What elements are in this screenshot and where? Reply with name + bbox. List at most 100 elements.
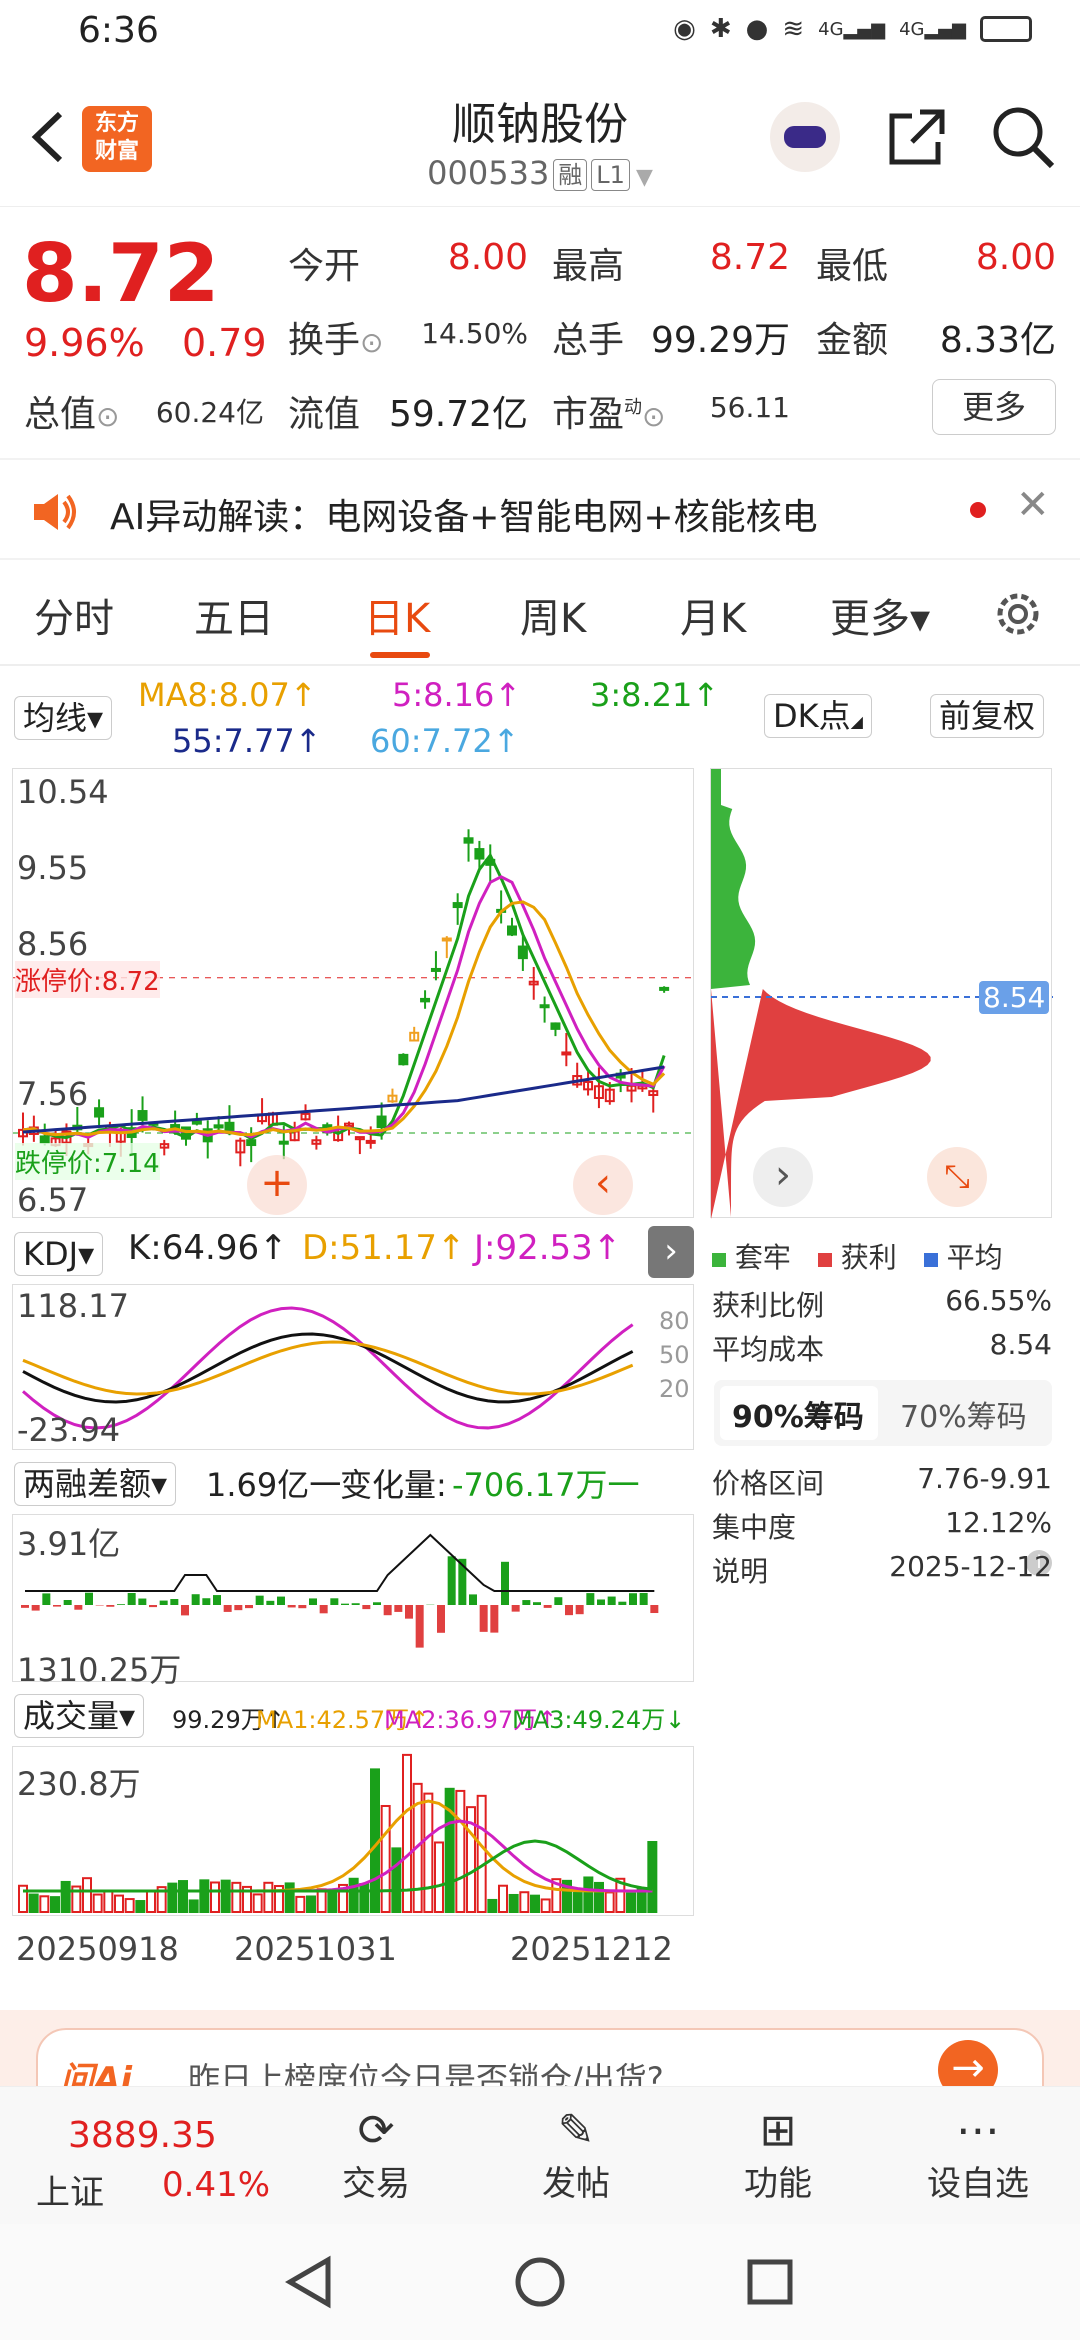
kdj-select[interactable]: KDJ▾ (14, 1232, 104, 1276)
mktcap-value: 60.24亿 (155, 396, 264, 429)
index-value: 3889.35 (68, 2115, 217, 2156)
robot-avatar-icon[interactable] (770, 102, 840, 172)
candle-body (365, 1139, 376, 1144)
volume-bar (498, 1884, 508, 1913)
candle-body (550, 1022, 561, 1030)
more-button[interactable]: 更多 (932, 379, 1056, 435)
trade-button[interactable]: ⟳ 交易 (306, 2105, 446, 2205)
volume-bar (252, 1893, 263, 1913)
ai-banner[interactable]: 问Ai 昨日上榜席位今日是否锁仓/出货? → (0, 2010, 1080, 2118)
high-value: 8.72 (709, 237, 790, 278)
margin-bar (31, 1605, 40, 1611)
volume-bar (82, 1877, 92, 1913)
ai-insight-bar[interactable]: AI异动解读：电网设备+智能电网+核能核电 ✕ (0, 458, 1080, 560)
limit-down-label: 跌停价:7.14 (15, 1143, 160, 1180)
margin-bar (85, 1592, 93, 1605)
gear-icon[interactable] (990, 586, 1046, 642)
tab-daily-k[interactable]: 日K (364, 586, 430, 644)
margin-bar (447, 1556, 456, 1605)
nav-back-icon[interactable] (282, 2254, 338, 2310)
candle-body (398, 1053, 409, 1066)
volume-ma2-line (23, 1819, 653, 1893)
margin-bar (277, 1596, 285, 1605)
candle-body (224, 1121, 235, 1132)
chip-trapped-area (711, 769, 756, 989)
low-value: 8.00 (975, 237, 1056, 278)
crosshair-icon[interactable]: + (247, 1155, 307, 1215)
tab-monthly-k[interactable]: 月K (680, 586, 746, 644)
margin-bar (223, 1605, 232, 1612)
function-button[interactable]: ⊞ 功能 (708, 2105, 848, 2205)
chip-tab-bar: 90%筹码 70%筹码 (714, 1380, 1052, 1446)
float-cap-value: 59.72亿 (388, 394, 528, 435)
system-nav-bar (0, 2224, 1080, 2340)
current-price: 8.72 (22, 227, 220, 320)
ma-select[interactable]: 均线▾ (14, 696, 113, 740)
chip-distribution[interactable]: 8.54 › ⤡ (710, 768, 1053, 1219)
margin-bar (117, 1604, 125, 1605)
margin-bar (522, 1600, 531, 1605)
search-icon[interactable] (988, 102, 1058, 172)
margin-bar (191, 1594, 200, 1605)
close-icon[interactable]: ✕ (1016, 482, 1050, 528)
edit-icon: ✎ (557, 2105, 595, 2156)
kdj-ymax: 118.17 (17, 1287, 129, 1325)
active-tab-indicator (370, 652, 430, 658)
volume-bar (583, 1876, 594, 1914)
chip-legend: 套牢 获利 平均 (712, 1236, 1003, 1276)
concentration-row: 集中度 12.12% (712, 1506, 1052, 1544)
chevron-left-icon[interactable]: ‹ (573, 1155, 633, 1215)
tab-weekly-k[interactable]: 周K (520, 586, 586, 644)
unread-dot (970, 502, 986, 518)
dk-point-select[interactable]: DK点◢ (764, 694, 872, 738)
kdj-k: K:64.96↑ (128, 1228, 288, 1268)
kdj-level-80: 80 (659, 1307, 690, 1335)
ytick-3: 8.56 (17, 925, 89, 963)
kdj-level-50: 50 (659, 1341, 690, 1369)
index-pct: 0.41% (162, 2165, 271, 2205)
nav-home-icon[interactable] (512, 2254, 568, 2310)
kdj-chart[interactable]: 118.17 -23.94 80 50 20 (12, 1284, 694, 1450)
volume-select[interactable]: 成交量▾ (14, 1694, 145, 1738)
tab-chip-90[interactable]: 90%筹码 (732, 1392, 864, 1436)
more-dots-icon: ⋯ (956, 2105, 1000, 2156)
kline-chart[interactable]: 10.54 9.55 8.56 7.56 6.57 涨停价:8.72 跌停价:7… (12, 768, 695, 1219)
nav-recents-icon[interactable] (742, 2254, 798, 2310)
volume-bar (348, 1877, 359, 1913)
expand-icon[interactable]: ⤡ (927, 1147, 987, 1207)
margin-bar (383, 1605, 392, 1616)
volume-chart[interactable]: 230.8万 (12, 1746, 694, 1916)
tab-intraday[interactable]: 分时 (34, 586, 114, 644)
mic-icon: ● (745, 14, 769, 44)
margin-bar (501, 1561, 509, 1605)
ma8-line (22, 900, 666, 1137)
margin-bar (405, 1605, 413, 1619)
chevron-right-icon-kdj[interactable]: › (648, 1226, 694, 1278)
margin-bar (341, 1603, 349, 1605)
volume-bar (540, 1898, 551, 1913)
volume-ma3: MA3:49.24万↓ (512, 1706, 686, 1734)
volume-bar (434, 1841, 444, 1913)
volume-bar (92, 1893, 103, 1913)
margin-select[interactable]: 两融差额▾ (14, 1462, 177, 1506)
change-percent: 9.96% (24, 321, 145, 365)
kdj-j-line (22, 1306, 634, 1430)
volume-bar (28, 1893, 39, 1913)
tab-chip-70[interactable]: 70%筹码 (900, 1392, 1027, 1436)
tab-five-day[interactable]: 五日 (194, 586, 274, 644)
share-icon[interactable] (882, 102, 952, 172)
adjust-select[interactable]: 前复权 (930, 694, 1045, 738)
turnover-value: 14.50% (421, 317, 528, 350)
post-button[interactable]: ✎ 发帖 (506, 2105, 646, 2205)
grid-icon: ⊞ (759, 2105, 797, 2156)
tab-more[interactable]: 更多▾ (830, 586, 930, 644)
chevron-right-icon[interactable]: › (753, 1147, 813, 1207)
margin-bar (351, 1603, 360, 1605)
add-watchlist-button[interactable]: ⋯ 设自选 (908, 2105, 1048, 2205)
volume-bar (263, 1881, 274, 1914)
note-row: 说明 i 2025-12-12 (712, 1550, 1052, 1588)
margin-chart[interactable]: 3.91亿 1310.25万 (12, 1514, 694, 1689)
volume-bar (220, 1879, 231, 1913)
signal-icon-2: 4G▂▄▆ (899, 18, 966, 40)
margin-bar (533, 1602, 541, 1605)
